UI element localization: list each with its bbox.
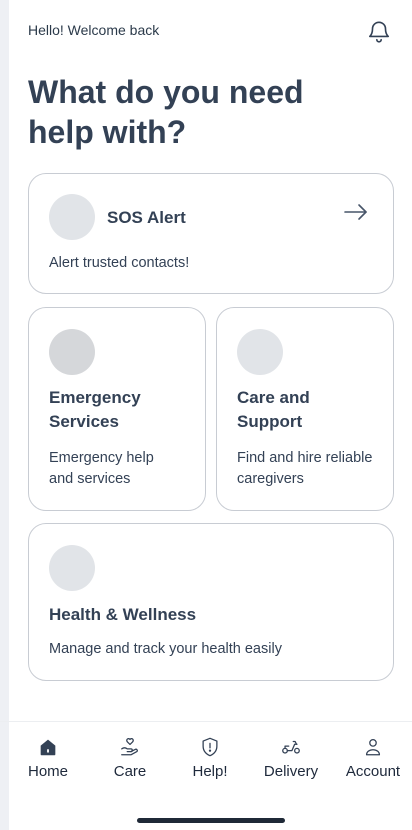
emergency-avatar-placeholder — [49, 329, 95, 375]
user-icon — [365, 739, 381, 756]
emergency-services-title: Emergency Services — [49, 388, 141, 431]
nav-care-label: Care — [113, 763, 147, 780]
health-wellness-description: Manage and track your health easily — [49, 641, 282, 657]
nav-help[interactable]: Help! — [188, 736, 232, 780]
health-wellness-card[interactable]: Health & Wellness Manage and track your … — [28, 523, 394, 681]
nav-account[interactable]: Account — [342, 736, 404, 780]
scooter-icon — [282, 740, 300, 754]
care-avatar-placeholder — [237, 329, 283, 375]
bottom-nav-divider — [0, 721, 412, 722]
arrow-right-icon[interactable] — [343, 203, 369, 221]
left-edge-strip — [0, 0, 9, 830]
care-support-card[interactable]: Care and Support Find and hire reliable … — [216, 307, 394, 511]
care-support-description: Find and hire reliable caregivers — [237, 450, 373, 487]
health-avatar-placeholder — [49, 545, 95, 591]
nav-delivery[interactable]: Delivery — [262, 736, 320, 780]
nav-home-label: Home — [27, 763, 68, 780]
emergency-services-card[interactable]: Emergency Services Emergency help and se… — [28, 307, 206, 511]
sos-avatar-placeholder — [49, 194, 95, 240]
care-support-title: Care and Support — [237, 388, 310, 431]
nav-delivery-label: Delivery — [263, 763, 319, 780]
page-title: What do you need help with? — [28, 74, 304, 150]
nav-care[interactable]: Care — [108, 736, 152, 780]
care-hand-icon — [121, 738, 138, 756]
emergency-services-description: Emergency help and services — [49, 450, 154, 487]
sos-alert-description: Alert trusted contacts! — [49, 255, 190, 271]
home-icon — [40, 739, 56, 756]
bell-icon[interactable] — [366, 18, 392, 44]
nav-account-label: Account — [345, 763, 401, 780]
health-wellness-title: Health & Wellness — [49, 605, 197, 624]
shield-alert-icon — [202, 737, 218, 757]
greeting-text: Hello! Welcome back — [28, 22, 160, 38]
nav-home[interactable]: Home — [26, 736, 70, 780]
home-indicator[interactable] — [137, 818, 285, 823]
nav-help-label: Help! — [192, 763, 228, 780]
sos-alert-title: SOS Alert — [107, 208, 186, 227]
sos-alert-card[interactable]: SOS Alert Alert trusted contacts! — [28, 173, 394, 294]
